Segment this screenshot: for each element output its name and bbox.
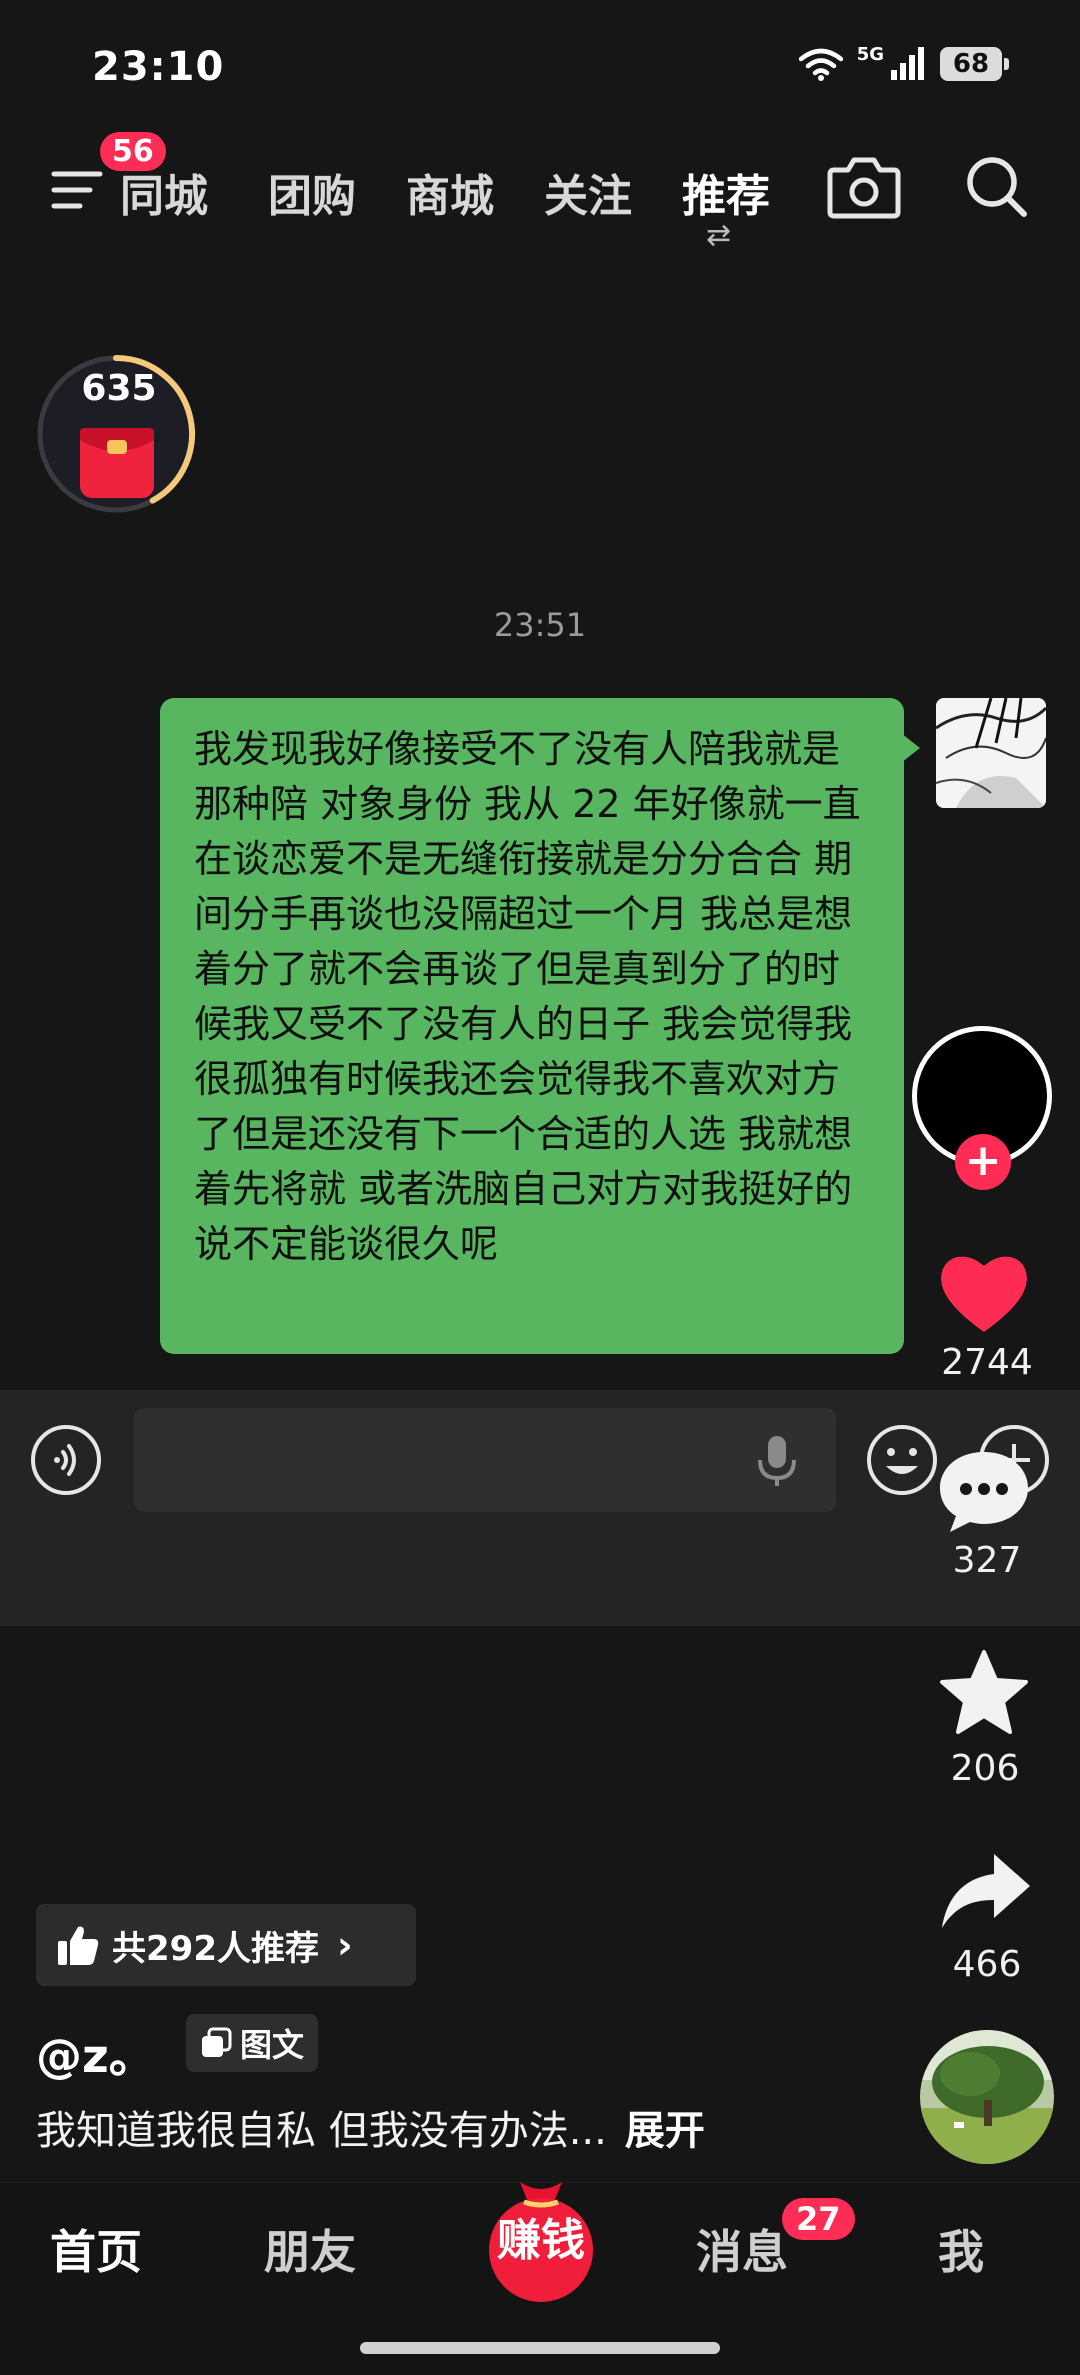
like-count: 2744 bbox=[941, 1342, 1033, 1383]
nav-messages[interactable]: 消息 bbox=[696, 2216, 788, 2282]
emoji-icon bbox=[867, 1425, 937, 1495]
red-packet-count: 635 bbox=[81, 368, 157, 409]
network-label: 5G bbox=[856, 43, 884, 65]
post-caption[interactable]: 我知道我很自私 但我没有办法... 展开 bbox=[36, 2098, 705, 2156]
recommend-text: 共292人推荐 bbox=[112, 1928, 319, 1969]
status-icons: 5G 68 bbox=[798, 43, 1009, 82]
post-type-tag: 图文 bbox=[186, 2014, 319, 2072]
menu-icon bbox=[51, 171, 103, 209]
comment-count: 327 bbox=[952, 1540, 1022, 1581]
chat-message-bubble: 我发现我好像接受不了没有人陪我就是那种陪 对象身份 我从 22 年好像就一直在谈… bbox=[160, 698, 920, 1354]
battery-icon: 68 bbox=[940, 47, 1009, 81]
voice-icon bbox=[31, 1425, 101, 1495]
camera-icon bbox=[827, 157, 901, 219]
chat-timestamp: 23:51 bbox=[493, 606, 587, 644]
chat-avatar bbox=[936, 698, 1046, 808]
search-icon bbox=[967, 157, 1027, 217]
favorite-count: 206 bbox=[950, 1748, 1020, 1789]
chevron-right-icon: › bbox=[336, 1923, 353, 1967]
anime-avatar-image bbox=[936, 698, 1046, 808]
caption-text: 我知道我很自私 但我没有办法... bbox=[36, 2108, 607, 2154]
voice-button[interactable] bbox=[30, 1424, 102, 1496]
nav-me[interactable]: 我 bbox=[938, 2216, 984, 2282]
recommend-button[interactable]: 共292人推荐 › bbox=[36, 1904, 416, 1986]
star-icon bbox=[940, 1650, 1028, 1734]
follow-button[interactable]: + bbox=[955, 1134, 1011, 1190]
tab-following[interactable]: 关注 bbox=[544, 160, 632, 224]
message-input[interactable] bbox=[134, 1408, 836, 1512]
post-author[interactable]: @z。 bbox=[36, 2020, 155, 2086]
tab-mall[interactable]: 商城 bbox=[406, 160, 494, 224]
share-arrow-icon bbox=[942, 1854, 1030, 1928]
wifi-icon bbox=[798, 48, 843, 81]
share-button[interactable] bbox=[938, 1848, 1034, 1938]
nav-home[interactable]: 首页 bbox=[50, 2216, 142, 2282]
post-type-label: 图文 bbox=[240, 2026, 305, 2064]
signal-icon bbox=[891, 47, 924, 80]
image-text-icon bbox=[202, 2027, 232, 2057]
comment-button[interactable] bbox=[936, 1446, 1032, 1536]
tab-group-buy[interactable]: 团购 bbox=[268, 160, 356, 224]
camera-button[interactable] bbox=[826, 152, 902, 222]
microphone-icon[interactable] bbox=[752, 1432, 802, 1488]
comment-icon bbox=[940, 1452, 1028, 1532]
music-disc[interactable] bbox=[920, 2030, 1054, 2164]
tab-recommend[interactable]: 推荐 bbox=[682, 160, 770, 224]
expand-link[interactable]: 展开 bbox=[625, 2108, 705, 2154]
share-count: 466 bbox=[952, 1944, 1022, 1985]
earn-label: 赚钱 bbox=[497, 2215, 585, 2266]
home-indicator[interactable] bbox=[360, 2342, 720, 2354]
thumbs-up-icon bbox=[58, 1926, 99, 1965]
menu-button[interactable] bbox=[50, 160, 110, 220]
heart-icon bbox=[941, 1256, 1027, 1332]
search-button[interactable] bbox=[962, 152, 1032, 222]
favorite-button[interactable] bbox=[936, 1646, 1032, 1742]
messages-badge: 27 bbox=[782, 2198, 855, 2240]
nav-friends[interactable]: 朋友 bbox=[264, 2216, 356, 2282]
tree-landscape-image bbox=[920, 2030, 1054, 2164]
tab-local[interactable]: 同城 bbox=[120, 160, 228, 224]
emoji-button[interactable] bbox=[866, 1424, 938, 1496]
status-time: 23:10 bbox=[92, 44, 225, 90]
like-button[interactable] bbox=[936, 1244, 1032, 1340]
swap-icon[interactable]: ⇄ bbox=[706, 218, 731, 253]
